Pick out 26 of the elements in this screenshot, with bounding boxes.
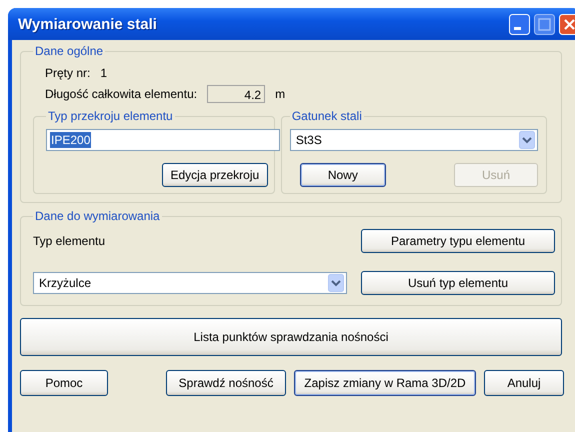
element-type-dropdown[interactable]: Krzyżulce (33, 272, 347, 294)
bar-label: Pręty nr: (45, 66, 90, 80)
bar-number: 1 (100, 66, 108, 80)
group-label: Gatunek stali (290, 109, 363, 123)
group-label: Dane ogólne (34, 44, 104, 58)
edit-section-button[interactable]: Edycja przekroju (162, 163, 268, 187)
dialog-button[interactable]: Zapisz zmiany w Rama 3D/2D (294, 370, 476, 396)
steel-grade-value: St3S (296, 133, 323, 147)
section-input-field[interactable]: IPE200 (46, 129, 280, 151)
element-type-value: Krzyżulce (39, 276, 92, 290)
element-type-label: Typ elementu (33, 234, 106, 248)
dialog-button[interactable]: Sprawdź nośność (166, 370, 286, 396)
length-label: Długość całkowita elementu: (45, 87, 198, 101)
element-type-button[interactable]: Parametry typu elementu (361, 229, 555, 253)
group-label: Typ przekroju elementu (47, 109, 174, 123)
dialog-button[interactable]: Anuluj (484, 370, 564, 396)
dialog-button[interactable]: Pomoc (20, 370, 108, 396)
group-label: Dane do wymiarowania (34, 209, 161, 223)
window-title: Wymiarowanie stali (18, 16, 158, 32)
length-field: 4.2 (207, 85, 266, 103)
section-value: IPE200 (50, 132, 92, 148)
steel-grade-dropdown[interactable]: St3S (290, 129, 538, 151)
check-points-list-button[interactable]: Lista punktów sprawdzania nośności (20, 318, 562, 356)
unit-label: m (275, 87, 286, 101)
element-type-button[interactable]: Usuń typ elementu (361, 271, 555, 295)
steel-button[interactable]: Nowy (300, 163, 386, 187)
